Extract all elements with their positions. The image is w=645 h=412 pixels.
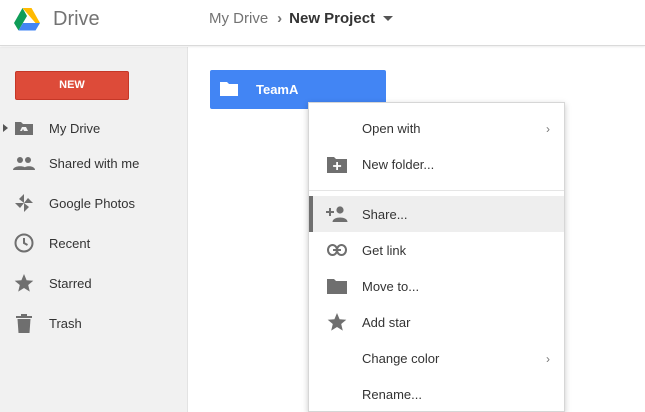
- sidebar-item-label: Starred: [49, 275, 92, 291]
- add-person-icon: [326, 203, 348, 225]
- menu-item-label: Change color: [362, 351, 440, 366]
- sidebar-item-label: Shared with me: [49, 155, 140, 171]
- folder-name: TeamA: [256, 82, 299, 97]
- chevron-right-icon: ›: [546, 122, 550, 136]
- sidebar-item-label: Trash: [49, 315, 82, 331]
- app-title[interactable]: Drive: [53, 8, 100, 31]
- caret-down-icon[interactable]: [383, 16, 394, 21]
- menu-item-open-with[interactable]: Open with ›: [309, 110, 564, 146]
- context-menu: Open with › New folder... Share... Get l…: [308, 102, 565, 412]
- menu-item-label: New folder...: [362, 157, 435, 172]
- trash-icon: [13, 312, 35, 334]
- breadcrumb: My Drive › New Project: [209, 10, 394, 27]
- star-icon: [13, 272, 35, 294]
- star-icon: [326, 311, 348, 333]
- menu-item-label: Add star: [362, 315, 411, 330]
- sidebar-item-shared-with-me[interactable]: Shared with me: [0, 147, 188, 179]
- clock-icon: [13, 232, 35, 254]
- menu-item-change-color[interactable]: Change color ›: [309, 340, 564, 376]
- breadcrumb-my-drive[interactable]: My Drive: [209, 10, 268, 27]
- menu-item-label: Get link: [362, 243, 407, 258]
- sidebar-item-label: Recent: [49, 235, 91, 251]
- sidebar-item-recent[interactable]: Recent: [0, 227, 188, 259]
- menu-item-new-folder[interactable]: New folder...: [309, 146, 564, 182]
- folder-icon: [326, 275, 348, 297]
- sidebar-item-trash[interactable]: Trash: [0, 307, 188, 339]
- sidebar-item-label: Google Photos: [49, 195, 136, 211]
- menu-item-rename[interactable]: Rename...: [309, 376, 564, 412]
- sidebar-item-google-photos[interactable]: Google Photos: [0, 187, 188, 219]
- menu-item-label: Move to...: [362, 279, 420, 294]
- people-icon: [13, 152, 35, 174]
- sidebar-item-my-drive[interactable]: My Drive: [0, 112, 188, 144]
- menu-divider: [309, 190, 564, 191]
- chevron-right-icon: ›: [546, 352, 550, 366]
- breadcrumb-current-folder[interactable]: New Project: [289, 10, 375, 27]
- sidebar-item-label: My Drive: [49, 120, 101, 136]
- menu-item-share[interactable]: Share...: [309, 196, 564, 232]
- menu-item-add-star[interactable]: Add star: [309, 304, 564, 340]
- breadcrumb-separator-icon: ›: [277, 10, 283, 27]
- menu-item-label: Open with: [362, 121, 421, 136]
- menu-item-label: Rename...: [362, 387, 422, 402]
- my-drive-icon: [13, 117, 35, 139]
- link-icon: [326, 239, 348, 261]
- add-folder-icon: [326, 153, 348, 175]
- new-button[interactable]: NEW: [15, 71, 129, 100]
- sidebar-item-starred[interactable]: Starred: [0, 267, 188, 299]
- menu-item-get-link[interactable]: Get link: [309, 232, 564, 268]
- sidebar: NEW My Drive Shared with me Google Photo…: [0, 47, 188, 412]
- drive-logo-icon[interactable]: [14, 7, 40, 31]
- pinwheel-icon: [13, 192, 35, 214]
- menu-item-label: Share...: [362, 207, 408, 222]
- top-header: Drive My Drive › New Project: [0, 0, 645, 46]
- expand-arrow-icon[interactable]: [3, 124, 8, 132]
- menu-item-move-to[interactable]: Move to...: [309, 268, 564, 304]
- folder-icon: [220, 82, 238, 96]
